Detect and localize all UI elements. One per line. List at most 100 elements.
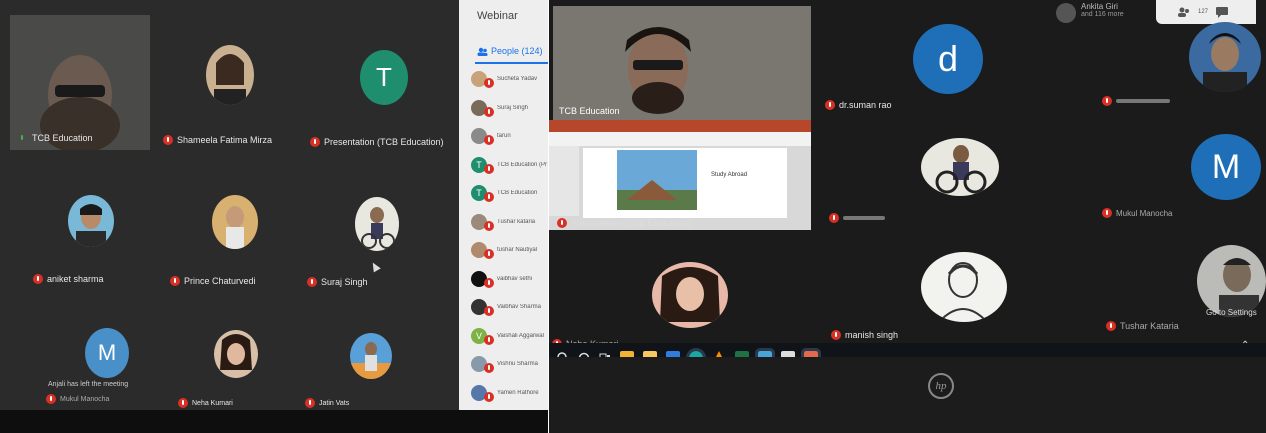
tile-name-suraj: Suraj Singh	[307, 277, 368, 287]
slide-thumbnails	[549, 146, 579, 216]
blurred-name	[843, 216, 885, 220]
avatar-mukul-letter: M	[85, 328, 129, 378]
tile-name-prince: Prince Chaturvedi	[170, 276, 256, 286]
avatar-shameela	[206, 45, 254, 105]
participant-row[interactable]: Vaibhav Sharma	[471, 297, 548, 317]
participant-row[interactable]: vaibhav sethi	[471, 269, 548, 289]
header-controls: 127	[1156, 0, 1256, 24]
participant-row[interactable]: Yamen Rathore	[471, 383, 548, 403]
participant-row[interactable]: tushar Nautiyal	[471, 240, 548, 260]
participant-name: Yamen Rathore	[497, 389, 539, 396]
tile-name-manish-singh: manish singh	[831, 330, 898, 340]
mic-muted-icon	[1102, 96, 1112, 106]
mic-muted-icon	[305, 398, 315, 408]
avatar-manish-singh	[921, 252, 1007, 322]
avatar-suraj	[355, 197, 399, 251]
slide-title: Study Abroad	[711, 172, 748, 178]
participant-row[interactable]: T TCB Education	[471, 183, 548, 203]
avatar-presentation-letter: T	[360, 50, 408, 105]
tile-name-blurred-2	[829, 213, 885, 223]
presenter-label: TCB Education	[559, 106, 620, 116]
tile-name-aniket: aniket sharma	[33, 274, 104, 284]
mic-muted-icon	[484, 78, 494, 88]
people-icon	[477, 47, 488, 56]
presenter-video	[553, 6, 811, 122]
mic-muted-icon	[178, 398, 188, 408]
participant-row[interactable]: T TCB Education (Pr	[471, 155, 548, 175]
mic-muted-icon	[484, 163, 494, 174]
participant-name: Sucheta Yadav	[497, 76, 538, 82]
participant-name: Tushar kataria	[497, 218, 536, 225]
presentation-label: Presentation (TCB Education)	[557, 218, 691, 228]
photo-divider	[548, 0, 549, 433]
tab-people[interactable]: People (124)	[477, 46, 543, 56]
participant-row[interactable]: Suraj Singh	[471, 98, 548, 118]
avatar-aniket	[68, 195, 114, 247]
participant-name: TCB Education	[497, 190, 538, 196]
participant-name: Vaishali Aggarwal	[497, 332, 544, 339]
avatar-prince	[212, 195, 258, 249]
mic-muted-icon	[484, 192, 494, 202]
avatar-neha	[214, 330, 258, 378]
avatar-mukul-letter-right: M	[1191, 134, 1261, 200]
mic-muted-icon	[170, 276, 180, 286]
tile-name-presentation: Presentation (TCB Education)	[310, 137, 444, 147]
tile-name-blurred-1	[1102, 96, 1170, 106]
mic-muted-icon	[1102, 208, 1112, 218]
mic-muted-icon	[1106, 321, 1116, 331]
mic-muted-icon	[484, 220, 494, 231]
avatar-wheelchair	[921, 138, 999, 196]
tile-name-tcb-education: TCB Education	[18, 133, 93, 143]
tile-name-jatin: Jatin Vats	[305, 398, 349, 408]
system-tray-chevron-icon[interactable]: ⌃	[1241, 340, 1249, 351]
mic-muted-icon	[829, 213, 839, 223]
laptop-logo: hp	[928, 373, 954, 399]
participant-count: 127	[1198, 9, 1209, 15]
mic-muted-icon	[484, 363, 494, 373]
chat-icon[interactable]	[1216, 6, 1229, 18]
participant-name: TCB Education (Pr	[497, 161, 548, 168]
mic-muted-icon	[831, 330, 841, 340]
tab-active-indicator	[475, 62, 548, 64]
mic-muted-icon	[33, 274, 43, 284]
tile-name-neha: Neha Kumari	[178, 398, 233, 408]
left-meeting-notice: Anjali has left the meeting	[48, 381, 129, 388]
laptop-bezel: hp	[549, 357, 1266, 433]
participant-name: tushar Nautiyal	[497, 247, 538, 253]
mic-muted-icon	[307, 277, 317, 287]
participant-name: Suraj Singh	[497, 104, 529, 111]
header-user-name: Ankita Giri	[1081, 2, 1118, 11]
tile-name-shameela: Shameela Fatima Mirza	[163, 135, 272, 145]
tile-name-mukul-right: Mukul Manocha	[1102, 208, 1172, 218]
tile-name-dr-suman-rao: dr.suman rao	[825, 100, 892, 110]
slide-canvas: Study Abroad	[583, 148, 787, 218]
blurred-name	[1116, 99, 1170, 103]
mic-muted-icon	[484, 106, 494, 117]
monitor-bezel	[0, 410, 548, 433]
slide-image	[617, 150, 697, 210]
tile-name-tushar-kataria: Tushar Kataria	[1106, 321, 1179, 331]
mic-muted-icon	[484, 277, 494, 288]
header-user-sub: and 116 more	[1081, 11, 1124, 18]
participant-row[interactable]: tarun	[471, 126, 548, 146]
left-photo: TCB Education Shameela Fatima Mirza T Pr…	[0, 0, 548, 433]
mic-muted-icon	[163, 135, 173, 145]
people-icon[interactable]	[1178, 7, 1190, 17]
participant-row[interactable]: Tushar kataria	[471, 212, 548, 232]
mic-muted-icon	[484, 249, 494, 259]
participant-name: vaibhav sethi	[497, 275, 533, 282]
participant-row[interactable]: Vishnu Sharma	[471, 354, 548, 374]
mic-muted-icon	[484, 391, 494, 402]
tcb-education-video	[10, 15, 150, 153]
ppt-ribbon	[549, 120, 811, 132]
participant-row[interactable]: Sucheta Yadav	[471, 69, 548, 89]
right-photo: Ankita Giri and 116 more 127 TCB Educati…	[549, 0, 1266, 433]
tile-name-mukul: Mukul Manocha	[46, 394, 109, 404]
mic-muted-icon	[484, 135, 494, 145]
participant-row[interactable]: V Vaishali Aggarwal	[471, 326, 548, 346]
mic-muted-icon	[484, 334, 494, 345]
people-panel: Webinar People (124) Sucheta Yadav Suraj …	[459, 0, 548, 433]
presentation-window: Study Abroad	[549, 120, 811, 230]
avatar-dr-suman-rao: d	[913, 24, 983, 94]
mic-muted-icon	[825, 100, 835, 110]
